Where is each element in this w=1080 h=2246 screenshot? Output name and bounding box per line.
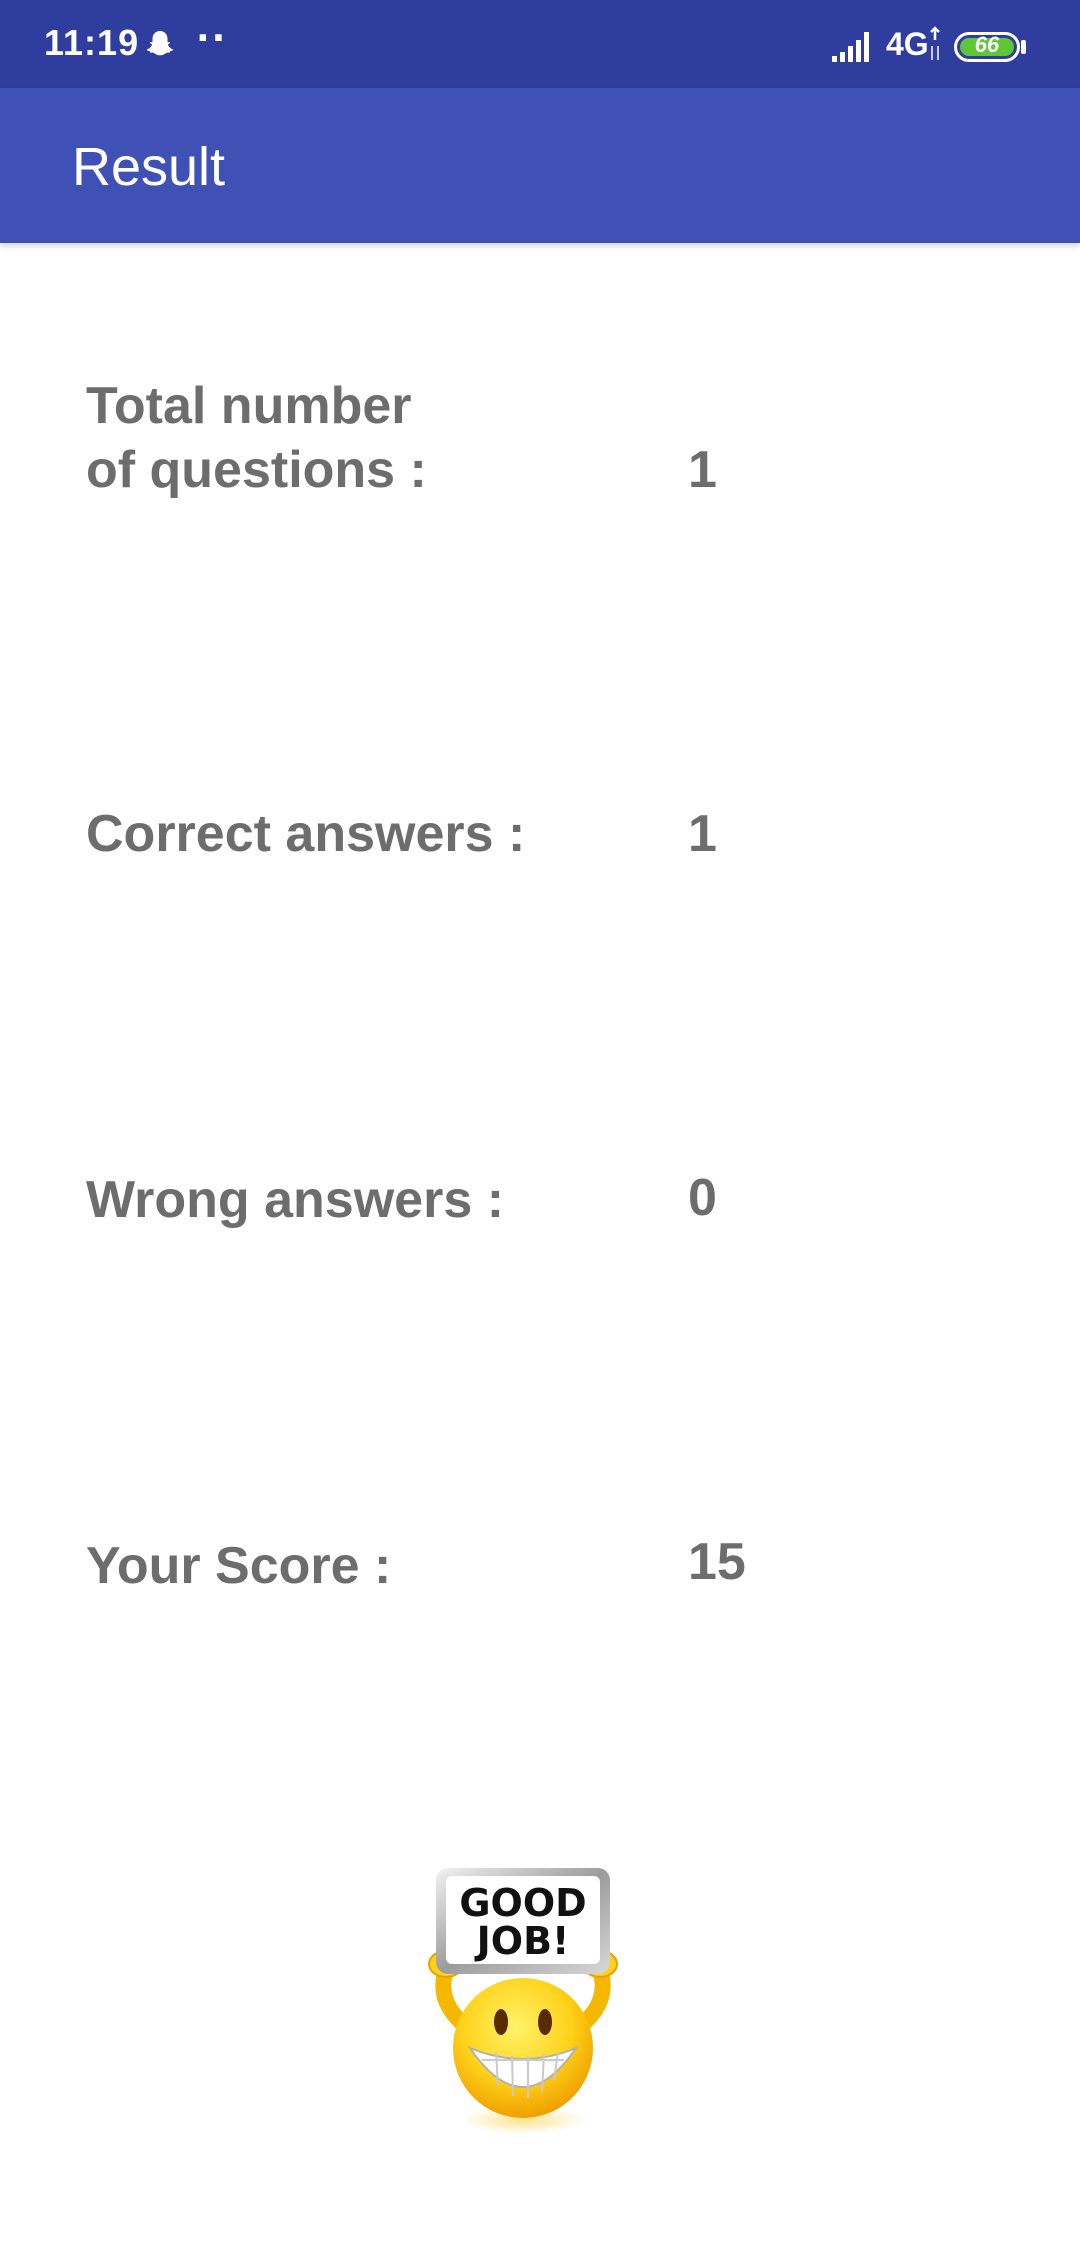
wrong-answers-label: Wrong answers : — [86, 1171, 505, 1229]
page-title: Result — [72, 137, 226, 197]
total-questions-value: 1 — [688, 441, 717, 499]
cell-signal-icon — [832, 32, 869, 62]
more-notifications-indicator: ·· — [196, 18, 228, 59]
score-label: Your Score : — [86, 1537, 392, 1595]
sign-text-line2: JOB! — [474, 1919, 570, 1963]
total-questions-label: Total number of questions : — [86, 377, 427, 499]
battery-icon: 66 — [954, 32, 1020, 62]
battery-tip — [1021, 40, 1026, 54]
snapchat-ghost-icon — [146, 31, 174, 56]
status-time: 11:19 — [44, 22, 140, 63]
battery-level: 66 — [974, 32, 1000, 57]
wrong-answers-value: 0 — [688, 1169, 717, 1227]
data-arrows-icon — [930, 26, 940, 60]
app-bar: Result — [0, 88, 1080, 243]
status-bar: 11:19 ·· 4G 66 — [0, 0, 1080, 88]
score-value: 15 — [688, 1533, 746, 1591]
network-type: 4G — [886, 26, 929, 62]
correct-answers-value: 1 — [688, 805, 717, 863]
correct-answers-label: Correct answers : — [86, 805, 526, 863]
good-job-smiley-icon: GOOD JOB! — [428, 1868, 618, 2134]
